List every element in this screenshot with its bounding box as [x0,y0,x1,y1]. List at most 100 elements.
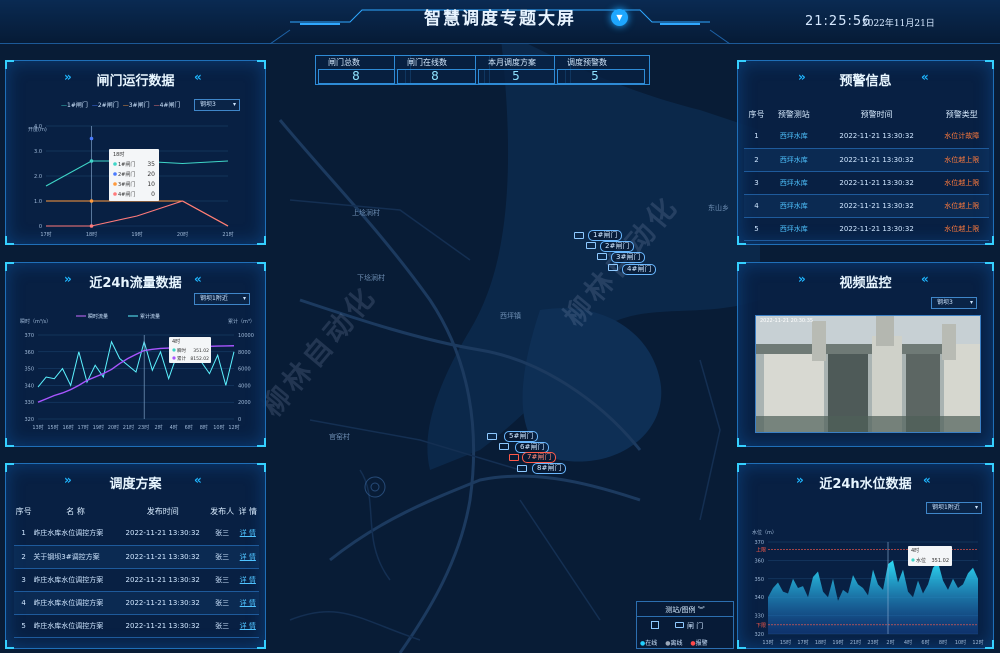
gate-marker-4[interactable]: 4#闸门 [622,264,657,275]
panel-corner [5,236,14,245]
table-row: 5 西坪水库 2022-11-21 13:30:32 水位越上限 [744,217,989,241]
lower-limit-label: 下限 [756,622,766,629]
warning-station[interactable]: 西坪水库 [768,125,819,149]
y-tick-label: 370 [24,333,34,339]
tooltip-label: 瞬时 [177,347,186,354]
video-feed[interactable]: 2022-11-21 20:30:35 [755,315,981,433]
camera-select[interactable]: 钢坝3 [931,297,977,309]
gate-marker-2[interactable]: 2#闸门 [600,241,635,252]
station-select[interactable]: 钢坝1附近 [194,293,250,305]
stat-label: 调度预警数 [567,58,607,67]
gate-icon[interactable] [597,253,607,260]
publisher: 张三 [207,545,237,569]
panel-corner [985,236,994,245]
warning-station[interactable]: 西坪水库 [768,194,819,218]
tooltip-time: 18时 [113,151,124,158]
tooltip-time: 4时 [911,547,919,554]
detail-link[interactable]: 详 情 [236,568,259,592]
legend-item[interactable]: —1#闸门 [61,102,88,109]
x-tick-label: 12时 [228,424,239,431]
warning-station[interactable]: 西坪水库 [768,148,819,172]
gate-marker-1[interactable]: 1#闸门 [588,230,623,241]
chevron-left-icon: « [194,272,202,286]
panel-corner [257,640,266,649]
gate-icon[interactable] [517,465,527,472]
stat-value: 8 [352,69,360,83]
x-tick-label: 20时 [177,231,188,238]
gate-icon[interactable] [499,443,509,450]
area-fill [768,560,978,634]
publisher: 张三 [207,614,237,638]
x-tick-label: 19时 [832,639,843,646]
panel-corner [5,640,14,649]
x-tick-label: 13时 [32,424,43,431]
gate-marker-3[interactable]: 3#闸门 [611,252,646,263]
legend-item[interactable]: —2#闸门 [92,102,119,109]
map-place-label: 西坪镇 [500,312,521,320]
publish-time: 2022-11-21 13:30:32 [117,545,208,569]
y-tick-label: 340 [24,383,34,389]
tooltip-value: 351.02 [932,558,950,564]
gate-icon[interactable] [487,433,497,440]
y-tick-label: 350 [754,577,764,583]
detail-link[interactable]: 详 情 [236,522,259,546]
panel-corner [985,262,994,271]
chevron-down-icon[interactable]: ︾ [696,606,705,614]
tooltip-label: 3#闸门 [118,181,135,188]
map-legend: 测站/图例 ︾ 闸 门 ●在线 ●离线 ●报警 [636,601,734,649]
detail-link[interactable]: 详 情 [236,614,259,638]
legend-label: 1#闸门 [67,102,88,109]
chevron-left-icon: « [194,70,202,84]
detail-link[interactable]: 详 情 [236,545,259,569]
tooltip-value: 351.02 [193,348,209,354]
y-tick-label: 330 [754,614,764,620]
row-number: 4 [744,194,769,218]
stat-label: 本月调度方案 [488,58,536,67]
legend-item[interactable]: —4#闸门 [154,102,181,109]
chevron-down-icon[interactable]: ▼ [611,9,628,26]
warning-type: 水位越上限 [934,194,989,218]
gate-icon[interactable] [586,242,596,249]
row-number: 1 [14,522,34,546]
detail-link[interactable]: 详 情 [236,591,259,615]
legend-label: 2#闸门 [97,102,119,109]
gate-marker-7-alarm[interactable]: 7#闸门 [522,452,557,463]
station-select[interactable]: 钢坝1附近 [926,502,982,514]
legend-title: 测站/图例 [665,606,696,614]
plan-panel: » 调度方案 « 序号 名 称 发布时间 发布人 详 情 1 岞庄水库水位调控方案… [5,463,266,649]
stat-value: 5 [591,69,599,83]
checkbox-icon[interactable] [651,621,659,629]
legend-item[interactable]: —3#闸门 [123,102,150,109]
row-number: 3 [744,171,769,195]
axis-label: 水位（m） [752,529,777,536]
map-place-label: 官窑村 [329,433,350,441]
warning-station[interactable]: 西坪水库 [768,171,819,195]
map-place-label: 上埝涧村 [352,209,380,217]
flow-panel: » 近24h流量数据 « 钢坝1附近 瞬时流量累计流量瞬时（m³/s）累计（m³… [5,262,266,447]
tooltip-dot-icon [172,356,176,360]
tooltip-label: 2#闸门 [118,171,135,178]
warning-time: 2022-11-21 13:30:32 [818,171,935,195]
table-row: 2 西坪水库 2022-11-21 13:30:32 水位越上限 [744,148,989,172]
warning-station[interactable]: 西坪水库 [768,217,819,241]
column-header: 序号 [15,506,32,516]
panel-title: 近24h流量数据 [89,276,182,291]
gate-marker-8[interactable]: 8#闸门 [532,463,567,474]
gate-icon[interactable] [574,232,584,239]
x-tick-label: 17时 [40,231,51,238]
gate-icon[interactable] [608,264,618,271]
y-tick-label: 2.0 [34,174,42,180]
tooltip-label: 累计 [177,355,186,362]
publisher: 张三 [207,591,237,615]
publisher: 张三 [207,522,237,546]
y-tick-label: 370 [754,540,764,546]
panel-title: 调度方案 [109,477,162,492]
panel-corner [737,438,746,447]
table-row: 5 岞庄水库水位调控方案 2022-11-21 13:30:32 张三详 情 [14,614,259,638]
row-number: 2 [14,545,34,569]
page-title: 智慧调度专题大屏 [424,9,576,29]
tooltip-label: 水位 [916,557,926,564]
station-select[interactable]: 钢坝3 [194,99,240,111]
gate-icon[interactable] [509,454,519,461]
gate-marker-5[interactable]: 5#闸门 [504,431,539,442]
